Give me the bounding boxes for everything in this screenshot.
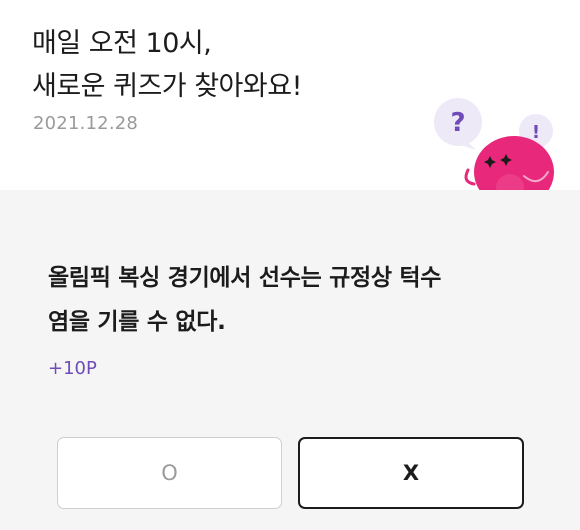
quiz-header: 매일 오전 10시, 새로운 퀴즈가 찾아와요! 2021.12.28 ? ! xyxy=(0,0,580,196)
exclaim-mark: ! xyxy=(532,122,540,143)
answer-x-button[interactable]: X xyxy=(298,437,524,509)
question-line-2: 염을 기를 수 없다. xyxy=(48,309,226,335)
quiz-date: 2021.12.28 xyxy=(33,113,139,134)
points-badge: +10P xyxy=(48,358,97,379)
answer-o-label: O xyxy=(161,461,178,485)
page-title: 매일 오전 10시, 새로운 퀴즈가 찾아와요! xyxy=(32,22,302,108)
answer-o-button[interactable]: O xyxy=(57,437,282,509)
question-mark: ? xyxy=(450,108,465,138)
quiz-screen: 매일 오전 10시, 새로운 퀴즈가 찾아와요! 2021.12.28 ? ! … xyxy=(0,0,580,530)
title-line-2: 새로운 퀴즈가 찾아와요! xyxy=(32,71,302,102)
title-line-1: 매일 오전 10시, xyxy=(32,28,212,59)
quiz-mascot-icon: ? ! xyxy=(434,98,554,196)
question-line-1: 올림픽 복싱 경기에서 선수는 규정상 턱수 xyxy=(48,265,442,291)
quiz-question: 올림픽 복싱 경기에서 선수는 규정상 턱수 염을 기를 수 없다. xyxy=(48,256,538,344)
answer-x-label: X xyxy=(402,461,420,485)
